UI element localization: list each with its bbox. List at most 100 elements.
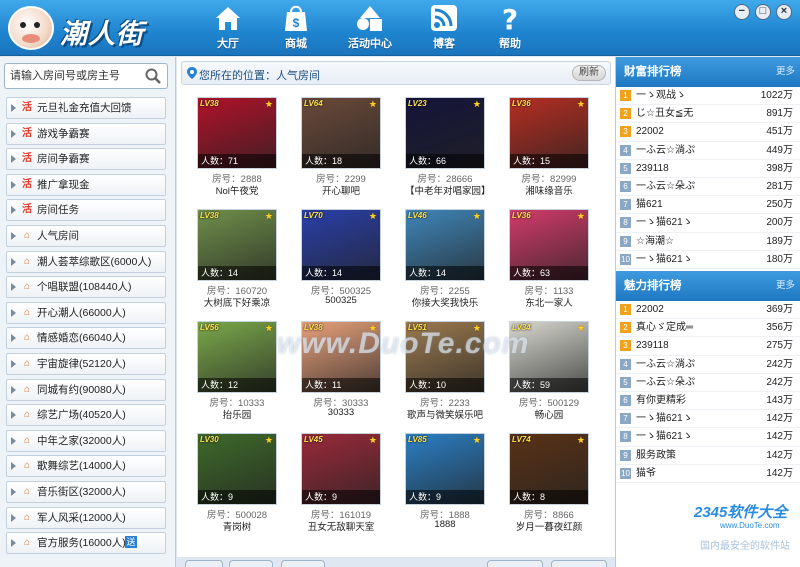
rank-row[interactable]: 3 22002 451万 [616, 123, 800, 142]
room-card[interactable]: LV45 ★ 人数：9 房号：161019 丑女无敌聊天室 [301, 433, 381, 537]
room-name[interactable]: 【中老年对唱家园】 [405, 183, 491, 197]
room-thumbnail[interactable]: LV46 ★ 人数：14 [405, 209, 485, 281]
nav-hall[interactable]: 大厅 [200, 4, 256, 52]
room-card[interactable]: LV74 ★ 人数：8 房号：8866 岁月一暮夜红颜 [509, 433, 589, 537]
tab-chip[interactable] [229, 560, 273, 567]
room-thumbnail[interactable]: LV45 ★ 人数：9 [301, 433, 381, 505]
sidebar-item[interactable]: 活游戏争霸赛 [6, 122, 166, 145]
sidebar-item[interactable]: 活推广拿现金 [6, 173, 166, 196]
room-thumbnail[interactable]: LV64 ★ 人数：18 [301, 97, 381, 169]
room-name[interactable]: 丑女无敌聊天室 [301, 519, 381, 533]
tab-chip[interactable] [185, 560, 223, 567]
sidebar-item[interactable]: ⌂ 音乐街区(32000人) [6, 480, 166, 503]
room-card[interactable]: LV70 ★ 人数：14 房号：500325 500325 [301, 209, 381, 313]
room-card[interactable]: LV36 ★ 人数：15 房号：82999 湘味缘音乐 [509, 97, 589, 201]
rank-row[interactable]: 5 一ふ云☆朵ぷ 242万 [616, 374, 800, 392]
sidebar-item[interactable]: ⌂ 同城有约(90080人) [6, 378, 166, 401]
room-card[interactable]: LV64 ★ 人数：18 房号：2299 开心聊吧 [301, 97, 381, 201]
room-card[interactable]: LV46 ★ 人数：14 房号：2255 你接大奖我快乐 [405, 209, 485, 313]
rank-row[interactable]: 2 じ☆丑女≦无 891万 [616, 105, 800, 124]
room-card[interactable]: LV38 ★ 人数：14 房号：160720 大树底下好乘凉 [197, 209, 277, 313]
rank-row[interactable]: 4 一ふ云☆淌ぷ 242万 [616, 356, 800, 374]
room-thumbnail[interactable]: LV30 ★ 人数：9 [197, 433, 277, 505]
charm-rank-more-link[interactable]: 更多 [776, 271, 795, 301]
minimize-button[interactable]: − [733, 4, 750, 20]
rank-row[interactable]: 7 一ゝ猫621ゝ 142万 [616, 410, 800, 429]
close-button[interactable]: × [776, 4, 792, 20]
nav-activity-center[interactable]: 活动中心 [340, 4, 400, 52]
nav-blog[interactable]: 博客 [416, 4, 472, 52]
room-name[interactable]: 青岗树 [197, 519, 277, 533]
room-thumbnail[interactable]: LV38 ★ 人数：11 [301, 321, 381, 393]
room-name[interactable]: Nol午夜党 [197, 183, 277, 197]
sidebar-item[interactable]: ⌂ 宇宙旋律(52120人) [6, 352, 166, 375]
rank-row[interactable]: 10 一ゝ猫621ゝ 180万 [616, 251, 800, 269]
room-name[interactable]: 30333 [301, 407, 381, 418]
rank-row[interactable]: 6 有你更精彩 143万 [616, 392, 800, 411]
room-thumbnail[interactable]: LV85 ★ 人数：9 [405, 433, 485, 505]
rank-row[interactable]: 1 一ゝ观战ゝ 1022万 [616, 87, 800, 106]
tab-chip[interactable] [281, 560, 325, 567]
room-name[interactable]: 歌声与微笑娱乐吧 [405, 407, 485, 421]
room-thumbnail[interactable]: LV38 ★ 人数：71 [197, 97, 277, 169]
nav-mall[interactable]: $ 商城 [268, 4, 324, 52]
rank-row[interactable]: 9 ☆海潮☆ 189万 [616, 233, 800, 251]
room-thumbnail[interactable]: LV56 ★ 人数：12 [197, 321, 277, 393]
room-name[interactable]: 岁月一暮夜红颜 [509, 519, 589, 533]
room-name[interactable]: 你接大奖我快乐 [405, 295, 485, 309]
room-card[interactable]: LV56 ★ 人数：12 房号：10333 抬乐园 [197, 321, 277, 425]
room-name[interactable]: 抬乐园 [197, 407, 277, 421]
room-thumbnail[interactable]: LV70 ★ 人数：14 [301, 209, 381, 281]
sidebar-item[interactable]: ⌂ 歌舞综艺(14000人) [6, 455, 166, 478]
sidebar-item[interactable]: ⌂ 开心潮人(66000人) [6, 301, 166, 324]
rank-row[interactable]: 4 一ふ云☆淌ぷ 449万 [616, 142, 800, 160]
room-card[interactable]: LV38 ★ 人数：11 房号：30333 30333 [301, 321, 381, 425]
sidebar-item[interactable]: 活元旦礼金充值大回馈 [6, 97, 166, 119]
room-card[interactable]: LV85 ★ 人数：9 房号：1888 1888 [405, 433, 485, 537]
room-name[interactable]: 东北一家人 [509, 295, 589, 309]
room-thumbnail[interactable]: LV74 ★ 人数：8 [509, 433, 589, 505]
rank-row[interactable]: 1 22002 369万 [616, 301, 800, 320]
sidebar-item[interactable]: ⌂ 潮人荟萃综歌区(6000人) [6, 250, 166, 273]
room-name[interactable]: 开心聊吧 [301, 183, 381, 197]
room-name[interactable]: 500325 [301, 295, 381, 306]
nav-help[interactable]: ? 帮助 [482, 4, 538, 52]
room-card[interactable]: LV23 ★ 人数：66 房号：28666 【中老年对唱家园】 [405, 97, 491, 201]
room-card[interactable]: LV36 ★ 人数：63 房号：1133 东北一家人 [509, 209, 589, 313]
sidebar-item[interactable]: ⌂ 中年之家(32000人) [6, 429, 166, 452]
sidebar-item[interactable]: 活房间争霸赛 [6, 148, 166, 171]
maximize-button[interactable]: □ [754, 4, 771, 20]
rank-row[interactable]: 8 一ゝ猫621ゝ 142万 [616, 428, 800, 447]
room-card[interactable]: LV38 ★ 人数：71 房号：2888 Nol午夜党 [197, 97, 277, 201]
search-input[interactable] [5, 64, 139, 88]
sidebar-item[interactable]: ⌂ 人气房间 [6, 224, 166, 247]
sidebar-item[interactable]: ⌂ 情感婚恋(66040人) [6, 327, 166, 350]
room-thumbnail[interactable]: LV36 ★ 人数：15 [509, 97, 589, 169]
room-card[interactable]: LV51 ★ 人数：10 房号：2233 歌声与微笑娱乐吧 [405, 321, 485, 425]
room-name[interactable]: 湘味缘音乐 [509, 183, 589, 197]
tab-chip[interactable] [551, 560, 607, 567]
sidebar-item[interactable]: ⌂ 军人风采(12000人) [6, 506, 166, 529]
sidebar-item[interactable]: ⌂ 个唱联盟(108440人) [6, 276, 166, 299]
room-card[interactable]: LV34 ★ 人数：59 房号：500129 畅心园 [509, 321, 589, 425]
rank-row[interactable]: 5 239118 398万 [616, 160, 800, 178]
rank-row[interactable]: 6 一ふ云☆朵ぷ 281万 [616, 178, 800, 197]
room-name[interactable]: 畅心园 [509, 407, 589, 421]
room-card[interactable]: LV30 ★ 人数：9 房号：500028 青岗树 [197, 433, 277, 537]
room-thumbnail[interactable]: LV34 ★ 人数：59 [509, 321, 589, 393]
rank-row[interactable]: 3 239118 275万 [616, 337, 800, 356]
rank-row[interactable]: 10 猫爷 142万 [616, 465, 800, 483]
sidebar-item[interactable]: ⌂ 官方服务(16000人) 送 [6, 532, 166, 555]
wealth-rank-more-link[interactable]: 更多 [776, 57, 795, 87]
rank-row[interactable]: 8 一ゝ猫621ゝ 200万 [616, 214, 800, 233]
tab-chip[interactable] [487, 560, 543, 567]
room-thumbnail[interactable]: LV51 ★ 人数：10 [405, 321, 485, 393]
search-icon[interactable] [145, 68, 161, 84]
sidebar-item[interactable]: 活房间任务 [6, 199, 166, 222]
rank-row[interactable]: 7 猫621 250万 [616, 196, 800, 215]
room-thumbnail[interactable]: LV38 ★ 人数：14 [197, 209, 277, 281]
room-thumbnail[interactable]: LV36 ★ 人数：63 [509, 209, 589, 281]
rank-row[interactable]: 2 真心ゞ定成═ 356万 [616, 319, 800, 338]
sidebar-item[interactable]: ⌂ 综艺广场(40520人) [6, 404, 166, 427]
room-thumbnail[interactable]: LV23 ★ 人数：66 [405, 97, 485, 169]
